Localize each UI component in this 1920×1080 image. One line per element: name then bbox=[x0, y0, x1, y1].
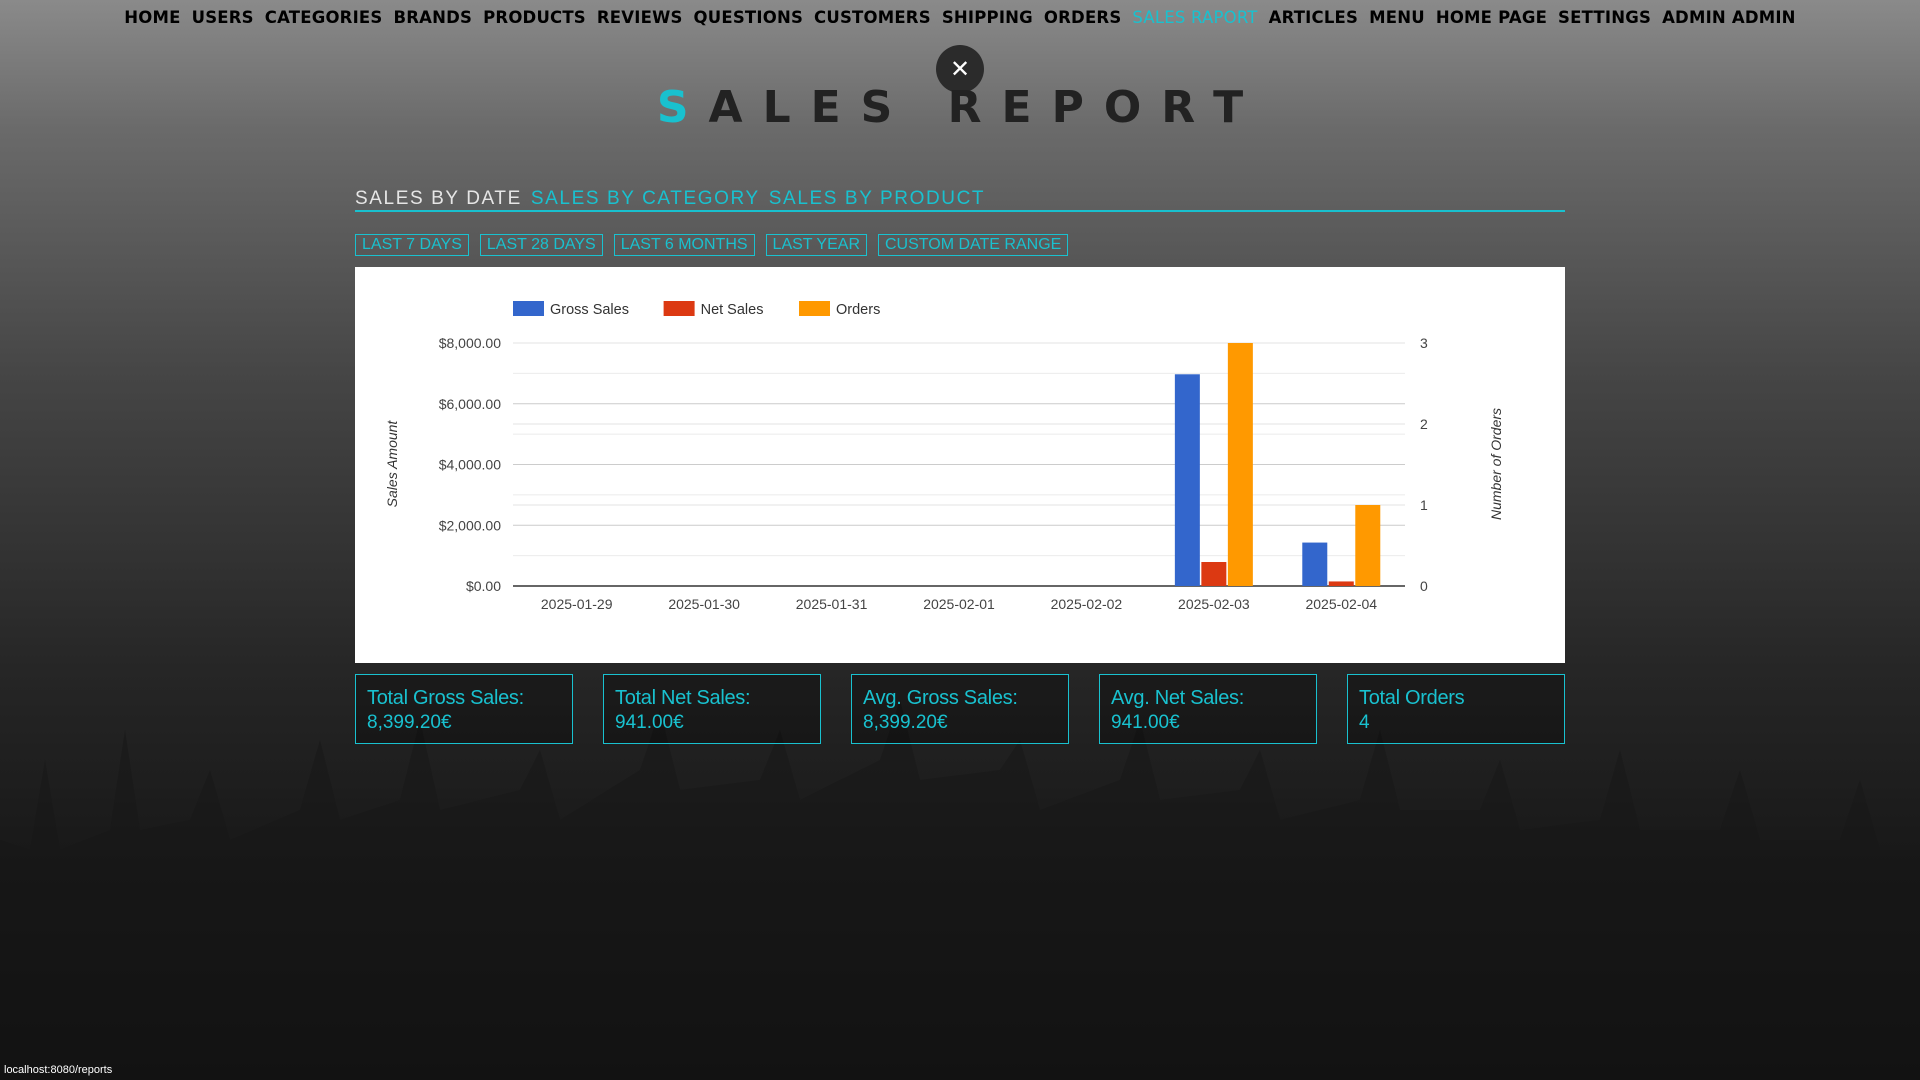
stat-value: 8,399.20€ bbox=[367, 712, 452, 733]
total-net-sales-card: Total Net Sales: 941.00€ bbox=[603, 674, 821, 744]
y-tick-label-right: 1 bbox=[1420, 497, 1428, 513]
nav-products[interactable]: PRODUCTS bbox=[483, 8, 586, 27]
stat-label: Total Gross Sales: bbox=[367, 687, 524, 709]
y-tick-label-right: 0 bbox=[1420, 578, 1428, 594]
x-tick-label: 2025-02-02 bbox=[1051, 596, 1123, 612]
nav-shipping[interactable]: SHIPPING bbox=[942, 8, 1033, 27]
stat-value: 4 bbox=[1359, 712, 1370, 733]
y-tick-label-right: 3 bbox=[1420, 335, 1428, 351]
y-tick-label-left: $0.00 bbox=[466, 578, 501, 594]
stats-row: Total Gross Sales: 8,399.20€ Total Net Sal… bbox=[355, 674, 1565, 744]
stat-label: Avg. Net Sales: bbox=[1111, 687, 1244, 709]
stat-value: 8,399.20€ bbox=[863, 712, 948, 733]
nav-customers[interactable]: CUSTOMERS bbox=[814, 8, 931, 27]
legend-label: Orders bbox=[836, 302, 880, 318]
tab-sales-by-category[interactable]: SALES BY CATEGORY bbox=[531, 188, 760, 210]
legend-label: Gross Sales bbox=[550, 302, 629, 318]
range-custom-date-range-button[interactable]: CUSTOM DATE RANGE bbox=[878, 234, 1069, 256]
bar-net-sales bbox=[1201, 562, 1227, 586]
x-tick-label: 2025-02-01 bbox=[923, 596, 995, 612]
range-last-7-days-button[interactable]: LAST 7 DAYS bbox=[355, 234, 469, 256]
nav-reviews[interactable]: REVIEWS bbox=[597, 8, 683, 27]
top-navigation: HOME USERS CATEGORIES BRANDS PRODUCTS REVIEWS… bbox=[0, 8, 1920, 27]
stat-label: Total Orders bbox=[1359, 687, 1465, 709]
status-bar-url: localhost:8080/reports bbox=[4, 1064, 113, 1076]
legend-swatch bbox=[513, 301, 544, 316]
legend-swatch bbox=[799, 301, 830, 316]
nav-home-page[interactable]: HOME PAGE bbox=[1436, 8, 1547, 27]
y-tick-label-left: $4,000.00 bbox=[439, 457, 501, 473]
legend-label: Net Sales bbox=[701, 302, 764, 318]
x-tick-label: 2025-02-03 bbox=[1178, 596, 1250, 612]
range-last-28-days-button[interactable]: LAST 28 DAYS bbox=[479, 234, 603, 256]
x-tick-label: 2025-01-30 bbox=[668, 596, 740, 612]
bar-orders bbox=[1355, 505, 1381, 586]
nav-menu[interactable]: MENU bbox=[1369, 8, 1425, 27]
stat-label: Total Net Sales: bbox=[615, 687, 751, 709]
y-axis-title-right: Number of Orders bbox=[1488, 408, 1504, 520]
page-title-first-letter: S bbox=[656, 82, 709, 133]
y-tick-label-left: $6,000.00 bbox=[439, 396, 501, 412]
sales-chart-svg: $0.00 $2,000.00 $4,000.00 $6,000.00 $8,000.0… bbox=[384, 301, 1504, 612]
bar-orders bbox=[1227, 343, 1253, 586]
nav-brands[interactable]: BRANDS bbox=[393, 8, 472, 27]
y-tick-label-left: $8,000.00 bbox=[439, 335, 501, 351]
total-orders-card: Total Orders 4 bbox=[1347, 674, 1565, 744]
forest-background bbox=[0, 700, 1920, 1080]
stat-label: Avg. Gross Sales: bbox=[863, 687, 1018, 709]
close-icon: ✕ bbox=[949, 55, 971, 83]
range-last-year-button[interactable]: LAST YEAR bbox=[765, 234, 867, 256]
avg-net-sales-card: Avg. Net Sales: 941.00€ bbox=[1099, 674, 1317, 744]
tab-sales-by-product[interactable]: SALES BY PRODUCT bbox=[769, 188, 985, 210]
range-last-6-months-button[interactable]: LAST 6 MONTHS bbox=[613, 234, 755, 256]
page-title: SALES REPORT bbox=[0, 82, 1920, 133]
nav-settings[interactable]: SETTINGS bbox=[1558, 8, 1651, 27]
nav-questions[interactable]: QUESTIONS bbox=[694, 8, 804, 27]
sales-chart: $0.00 $2,000.00 $4,000.00 $6,000.00 $8,000.0… bbox=[355, 267, 1565, 663]
nav-sales-raport[interactable]: SALES RAPORT bbox=[1132, 8, 1257, 27]
report-tabs: SALES BY DATE SALES BY CATEGORY SALES BY P… bbox=[355, 188, 1565, 212]
x-tick-label: 2025-02-04 bbox=[1305, 596, 1377, 612]
stat-value: 941.00€ bbox=[1111, 712, 1180, 733]
page-title-rest: ALES REPORT bbox=[708, 82, 1264, 133]
avg-gross-sales-card: Avg. Gross Sales: 8,399.20€ bbox=[851, 674, 1069, 744]
y-tick-label-left: $2,000.00 bbox=[439, 517, 501, 533]
nav-admin-admin[interactable]: ADMIN ADMIN bbox=[1662, 8, 1796, 27]
y-axis-title-left: Sales Amount bbox=[384, 420, 400, 508]
nav-users[interactable]: USERS bbox=[192, 8, 254, 27]
bar-net-sales bbox=[1328, 581, 1354, 586]
x-tick-label: 2025-01-31 bbox=[796, 596, 868, 612]
date-range-buttons: LAST 7 DAYS LAST 28 DAYS LAST 6 MONTHS LAST… bbox=[355, 234, 1069, 256]
nav-categories[interactable]: CATEGORIES bbox=[265, 8, 383, 27]
y-tick-label-right: 2 bbox=[1420, 416, 1428, 432]
nav-home[interactable]: HOME bbox=[124, 8, 180, 27]
legend-swatch bbox=[663, 301, 695, 316]
tab-sales-by-date[interactable]: SALES BY DATE bbox=[355, 188, 522, 210]
total-gross-sales-card: Total Gross Sales: 8,399.20€ bbox=[355, 674, 573, 744]
bar-gross-sales bbox=[1302, 542, 1328, 586]
nav-orders[interactable]: ORDERS bbox=[1044, 8, 1122, 27]
stat-value: 941.00€ bbox=[615, 712, 684, 733]
x-tick-label: 2025-01-29 bbox=[541, 596, 613, 612]
bar-gross-sales bbox=[1174, 374, 1200, 586]
nav-articles[interactable]: ARTICLES bbox=[1269, 8, 1359, 27]
